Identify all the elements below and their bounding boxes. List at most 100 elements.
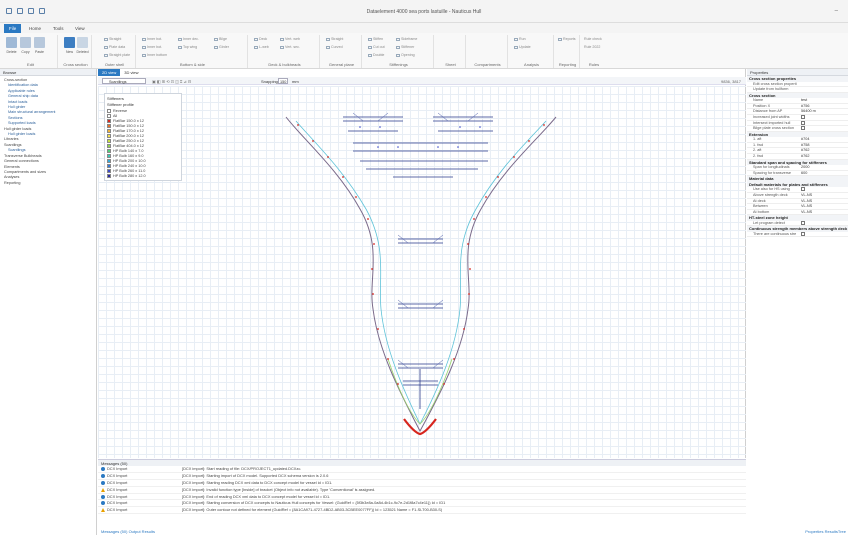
deck-item[interactable]: Deck: [254, 37, 267, 41]
legend-swatch: [107, 158, 111, 163]
tab-view[interactable]: View: [70, 24, 90, 33]
message-row[interactable]: DCX Import [DCX import]: Invalid function…: [98, 487, 746, 494]
message-row[interactable]: DCX Import [DCX import]: Starting import …: [98, 473, 746, 480]
inner-bot-item[interactable]: Inner bot.: [142, 45, 162, 49]
rule-check-item[interactable]: Rule check: [584, 37, 602, 41]
inner-bottom2-item[interactable]: Inner bottom: [142, 53, 167, 57]
messages-bottom-tabs[interactable]: Messages (50) Output Results: [98, 528, 158, 535]
property-value[interactable]: [801, 120, 848, 126]
warning-icon: [100, 487, 105, 492]
deleted-button[interactable]: Deleted: [76, 37, 89, 54]
message-row[interactable]: DCX Import [DCX import]: Outer contour no…: [98, 507, 746, 515]
ribbon-group-analysis: Run Update Analysis: [510, 35, 554, 68]
message-row[interactable]: DCX Import [DCX import]: Start reading of…: [98, 466, 746, 473]
legend-label: FlatBar 200.0 x 12: [113, 133, 145, 138]
property-checkbox[interactable]: [801, 231, 805, 236]
straight-plane-item[interactable]: Straight: [326, 37, 343, 41]
message-source: DCX Import: [107, 500, 128, 506]
legend-label: FlatBar 150.0 x 12: [113, 118, 145, 123]
property-value[interactable]: [801, 187, 848, 192]
message-source: DCX Import: [107, 486, 128, 492]
property-value[interactable]: #704: [801, 137, 848, 142]
inner-bottom-item[interactable]: Inner bot.: [142, 37, 162, 41]
message-row[interactable]: DCX Import [DCX import]: Starting convers…: [98, 500, 746, 508]
property-value[interactable]: #762: [801, 148, 848, 153]
property-key: Name: [753, 98, 764, 103]
inner-hull-contour: [295, 120, 547, 425]
copy-button[interactable]: Copy: [20, 37, 31, 54]
vert-web-item[interactable]: Vert. web: [280, 37, 300, 41]
legend-swatch: [107, 128, 111, 133]
tree-item[interactable]: Reporting: [2, 181, 55, 186]
tab-file[interactable]: File: [4, 24, 22, 33]
inner-deck-item[interactable]: Inner dec.: [178, 37, 199, 41]
property-value[interactable]: #758: [801, 143, 848, 148]
property-value[interactable]: [801, 87, 848, 92]
legend-label: HP Bulb 140 x 7.0: [113, 148, 144, 153]
ribbon-group-deck-bulkheads: Deck L-web Vert. web Vert. sec. Deck & b…: [250, 35, 320, 68]
message-source: DCX Import: [107, 472, 128, 478]
minimize-icon[interactable]: –: [835, 8, 838, 14]
drawing-area: 2D view 3D view Scantlings ▣ ◧ ⊞ ⟲ ⊡ ◫ ⌗…: [98, 69, 746, 458]
straight-plate-item[interactable]: Straight plate: [104, 53, 130, 57]
l-web-item[interactable]: L-web: [254, 45, 269, 49]
property-value[interactable]: [801, 114, 848, 120]
property-value[interactable]: #762: [801, 154, 848, 159]
property-value[interactable]: [801, 231, 848, 237]
tab-tools[interactable]: Tools: [48, 24, 69, 33]
property-value[interactable]: [801, 126, 848, 131]
stiffen-item[interactable]: Stiffen: [368, 37, 383, 41]
message-row[interactable]: DCX Import [DCX import]: Starting reading…: [98, 480, 746, 487]
straight-item[interactable]: Straight: [104, 37, 121, 41]
rule-version-item[interactable]: Rule 2022: [584, 45, 600, 49]
property-value[interactable]: [801, 220, 848, 226]
property-value[interactable]: VL-NS: [801, 193, 848, 198]
run-item[interactable]: Run: [514, 37, 526, 41]
property-value[interactable]: VL-NS: [801, 199, 848, 204]
property-key: Edit cross section properti: [753, 81, 797, 86]
delete-button[interactable]: Delete: [6, 37, 17, 54]
plate-data-item[interactable]: Plate data: [104, 45, 125, 49]
curved-item[interactable]: Curved: [326, 45, 343, 49]
title-bar: Dataelement 4000 sea ports lastuille - N…: [0, 0, 848, 23]
message-row[interactable]: DCX Import [DCX import]: End of reading D…: [98, 494, 746, 501]
girder-item[interactable]: Girder: [214, 45, 229, 49]
reports-item[interactable]: Reports: [558, 37, 576, 41]
legend-label: All: [113, 113, 118, 118]
property-key: There are continuous stre: [753, 231, 797, 236]
property-value[interactable]: 56400 m: [801, 109, 848, 114]
property-value[interactable]: 2000: [801, 165, 848, 170]
tab-home[interactable]: Home: [24, 24, 46, 33]
cross-section-drawing[interactable]: [98, 69, 746, 458]
ribbon-group-edit: Delete Copy Paste Edit: [4, 35, 58, 68]
new-button[interactable]: New: [64, 37, 75, 54]
message-text: [DCX import]: Start reading of file: DCX…: [182, 466, 302, 471]
top-wing-item[interactable]: Top wing: [178, 45, 197, 49]
cut-out-item[interactable]: Cut out: [368, 45, 385, 49]
property-checkbox[interactable]: [801, 120, 805, 125]
double-item[interactable]: Double: [368, 53, 384, 57]
sideframe-item[interactable]: Sideframe: [396, 37, 417, 41]
legend-label: Reverse: [113, 108, 128, 113]
property-value[interactable]: VL-NS: [801, 210, 848, 215]
property-checkbox[interactable]: [801, 114, 805, 119]
property-key: Intersect imported hull: [753, 120, 791, 125]
properties-bottom-tabs[interactable]: Properties ResultsTree: [805, 529, 846, 534]
opening-item[interactable]: Opening: [396, 53, 415, 57]
info-icon: [100, 466, 105, 471]
stiffener-item[interactable]: Stiffener: [396, 45, 414, 49]
property-checkbox[interactable]: [801, 220, 805, 225]
bilge-item[interactable]: Bilge: [214, 37, 227, 41]
property-value[interactable]: #756: [801, 104, 848, 109]
legend-item[interactable]: HP Bulb 280 x 12.0: [107, 173, 179, 178]
property-checkbox[interactable]: [801, 187, 805, 192]
property-value[interactable]: 600: [801, 171, 848, 176]
property-checkbox[interactable]: [801, 126, 805, 131]
stiffener-markers-blue: [359, 126, 481, 148]
property-value[interactable]: test: [801, 98, 848, 103]
update-item[interactable]: Update: [514, 45, 531, 49]
property-value[interactable]: VL-NS: [801, 204, 848, 209]
vert-sec-item[interactable]: Vert. sec.: [280, 45, 300, 49]
paste-button[interactable]: Paste: [34, 37, 45, 54]
property-value[interactable]: [801, 82, 848, 87]
